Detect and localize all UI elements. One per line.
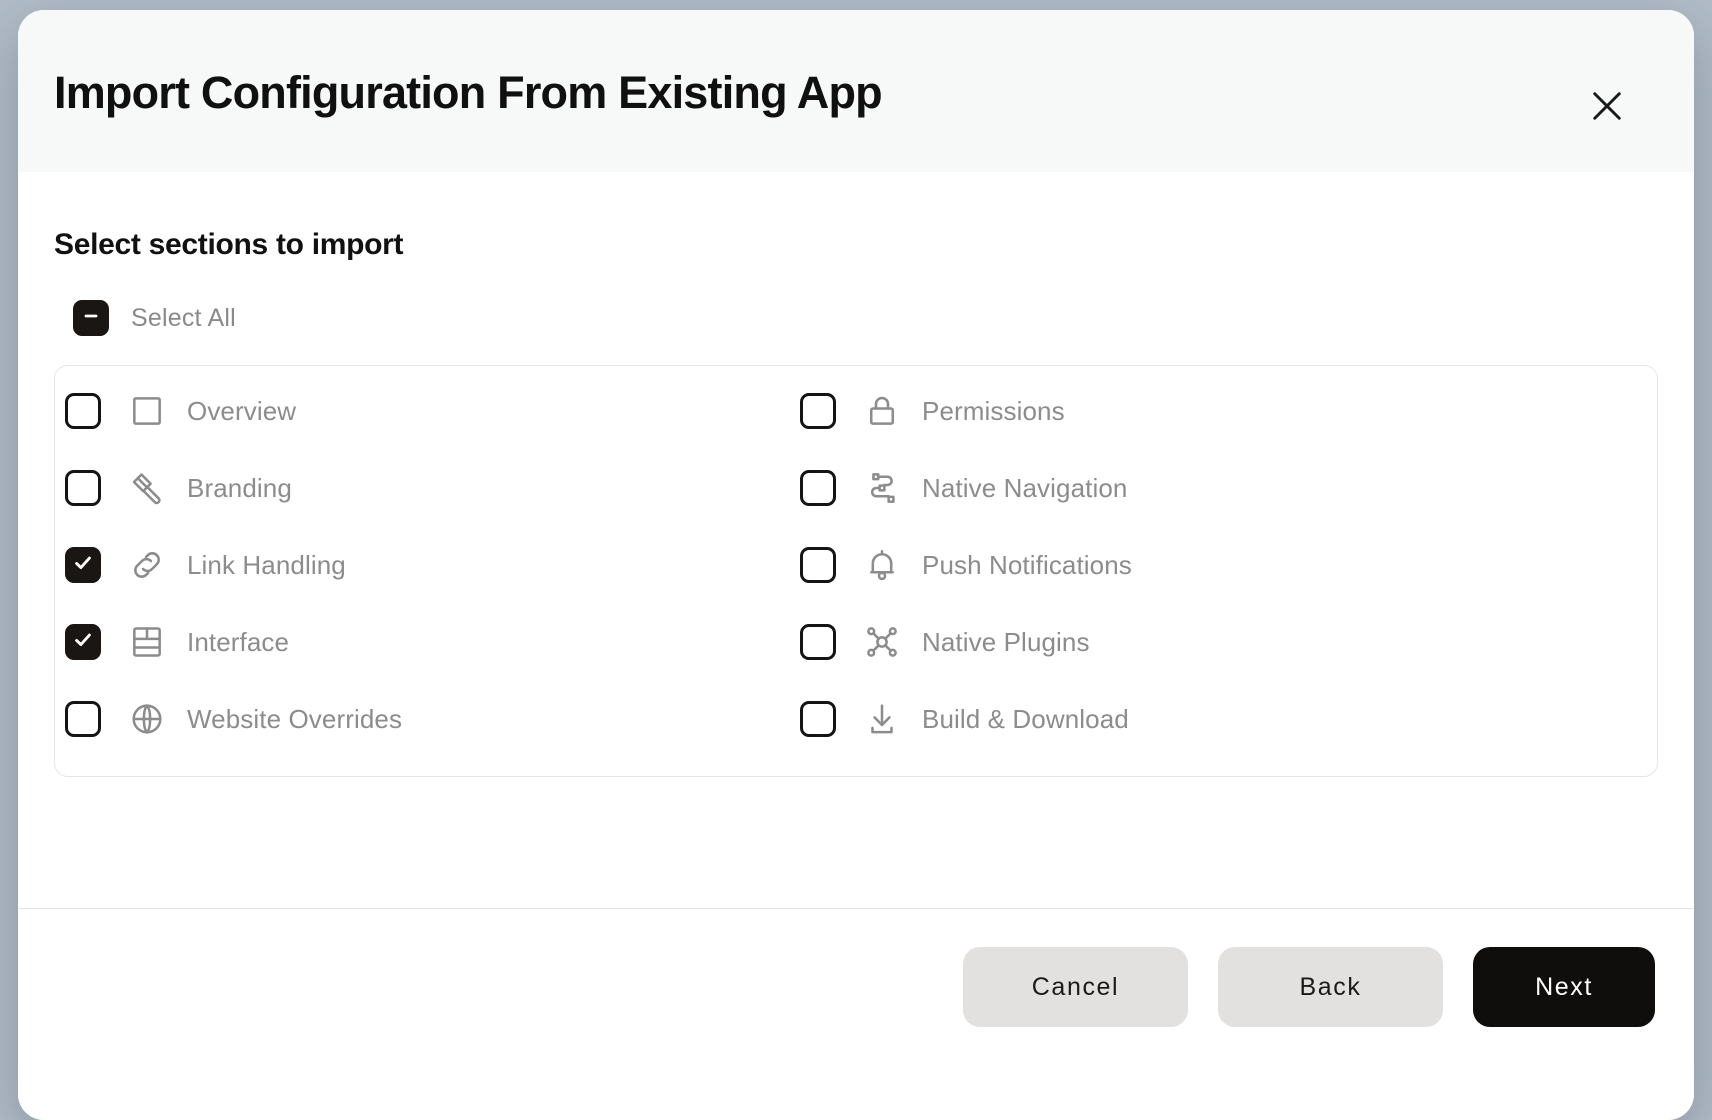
- section-label: Overview: [187, 395, 297, 426]
- section-row[interactable]: Interface: [65, 613, 289, 671]
- section-checkbox[interactable]: [800, 393, 836, 429]
- close-icon: [1586, 85, 1628, 127]
- section-row[interactable]: Branding: [65, 459, 292, 517]
- dialog-header: Import Configuration From Existing App: [18, 10, 1694, 172]
- section-checkbox[interactable]: [800, 624, 836, 660]
- section-checkbox[interactable]: [65, 624, 101, 660]
- section-row[interactable]: Permissions: [800, 382, 1065, 440]
- paintbrush-icon: [125, 466, 169, 510]
- dialog-body: Select sections to import Select All Ove…: [18, 172, 1694, 908]
- section-label: Link Handling: [187, 549, 346, 580]
- section-label: Native Plugins: [922, 626, 1090, 657]
- select-all-checkbox[interactable]: [73, 300, 109, 336]
- dash-icon: [81, 306, 101, 331]
- section-checkbox[interactable]: [65, 547, 101, 583]
- section-checkbox[interactable]: [65, 701, 101, 737]
- section-checkbox[interactable]: [65, 393, 101, 429]
- section-checkbox[interactable]: [800, 547, 836, 583]
- close-button[interactable]: [1573, 72, 1641, 140]
- dialog-footer: Cancel Back Next: [18, 908, 1694, 1120]
- section-row[interactable]: Native Plugins: [800, 613, 1090, 671]
- section-label: Push Notifications: [922, 549, 1132, 580]
- section-checkbox[interactable]: [800, 470, 836, 506]
- section-heading: Select sections to import: [54, 228, 404, 261]
- flow-nodes-icon: [860, 466, 904, 510]
- import-configuration-dialog: Import Configuration From Existing App S…: [18, 10, 1694, 1120]
- footer-actions: Cancel Back Next: [963, 947, 1655, 1027]
- next-button[interactable]: Next: [1473, 947, 1655, 1027]
- section-row[interactable]: Overview: [65, 382, 296, 440]
- check-icon: [72, 552, 94, 579]
- section-row[interactable]: Link Handling: [65, 536, 346, 594]
- section-row[interactable]: Native Navigation: [800, 459, 1127, 517]
- section-label: Website Overrides: [187, 703, 403, 734]
- square-icon: [125, 389, 169, 433]
- sections-panel: Overview Branding Link Handling Interface We…: [54, 365, 1658, 777]
- back-button[interactable]: Back: [1218, 947, 1443, 1027]
- section-row[interactable]: Website Overrides: [65, 690, 402, 748]
- bell-icon: [860, 543, 904, 587]
- lock-icon: [860, 389, 904, 433]
- section-row[interactable]: Build & Download: [800, 690, 1129, 748]
- hub-network-icon: [860, 620, 904, 664]
- section-label: Branding: [187, 472, 292, 503]
- select-all-label: Select All: [131, 303, 236, 332]
- cancel-button[interactable]: Cancel: [963, 947, 1188, 1027]
- select-all-row[interactable]: Select All: [73, 300, 236, 336]
- globe-icon: [125, 697, 169, 741]
- section-label: Native Navigation: [922, 472, 1128, 503]
- check-icon: [72, 629, 94, 656]
- section-row[interactable]: Push Notifications: [800, 536, 1132, 594]
- page-title: Import Configuration From Existing App: [54, 67, 883, 118]
- link-icon: [125, 543, 169, 587]
- section-label: Permissions: [922, 395, 1065, 426]
- section-label: Build & Download: [922, 703, 1129, 734]
- section-checkbox[interactable]: [800, 701, 836, 737]
- download-icon: [860, 697, 904, 741]
- section-checkbox[interactable]: [65, 470, 101, 506]
- section-label: Interface: [187, 626, 290, 657]
- layout-grid-icon: [125, 620, 169, 664]
